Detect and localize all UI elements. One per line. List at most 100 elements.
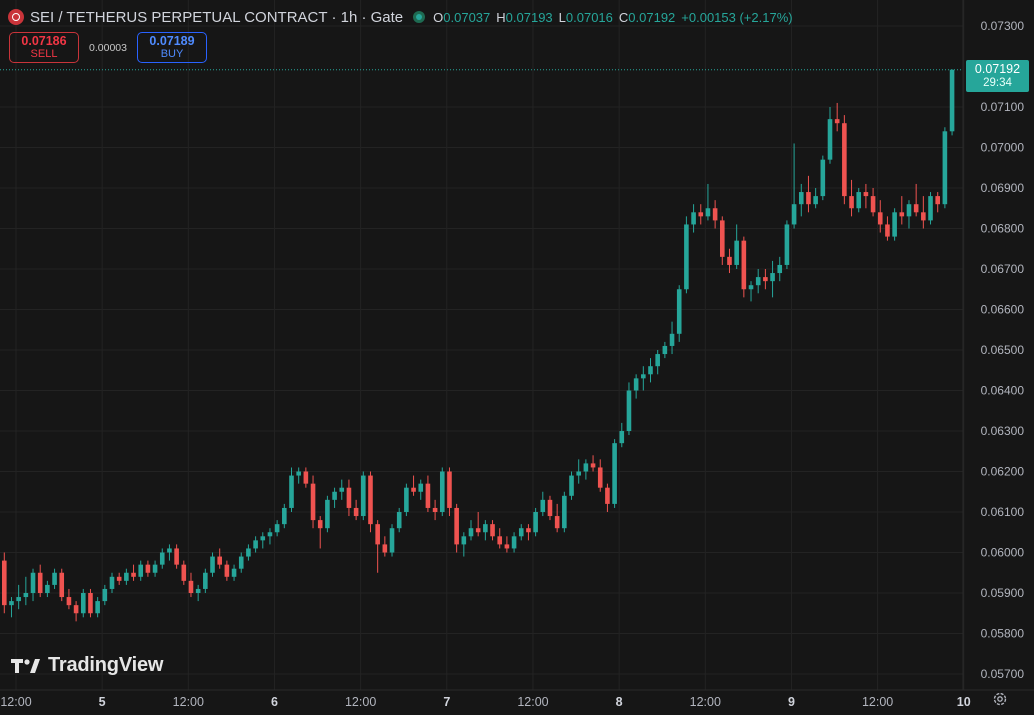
time-tick-label: 6 <box>271 695 278 709</box>
grid <box>0 0 965 690</box>
time-tick-label: 7 <box>443 695 450 709</box>
candle-body <box>720 220 725 257</box>
candle-body <box>626 390 632 431</box>
change-value: +0.00153 (+2.17%) <box>681 9 793 25</box>
close-value: 0.07192 <box>628 9 676 25</box>
symbol-legend: SEI / TETHERUS PERPETUAL CONTRACT · 1h ·… <box>8 6 793 28</box>
candle-body <box>95 601 100 614</box>
candle-body <box>748 285 754 290</box>
candle-body <box>475 528 481 533</box>
candle-body <box>418 483 424 492</box>
candle-body <box>798 192 804 205</box>
price-tick-label: 0.06900 <box>981 181 1025 195</box>
candle-body <box>231 568 237 577</box>
tradingview-logo[interactable]: TradingView <box>11 654 163 677</box>
candle-body <box>411 487 416 492</box>
candle-body <box>684 224 689 290</box>
candle-body <box>116 576 122 581</box>
candle-body <box>655 354 660 367</box>
candle-body <box>109 576 115 589</box>
last-price-value: 0.07192 <box>974 62 1021 76</box>
candle-body <box>66 597 72 606</box>
settings-gear-icon <box>993 692 1007 706</box>
candle-body <box>590 463 596 468</box>
candle-body <box>23 593 29 598</box>
candle-body <box>619 431 625 444</box>
buy-button[interactable]: 0.07189 BUY <box>137 32 207 63</box>
candle-body <box>913 204 919 213</box>
candle-body <box>195 588 201 593</box>
candle-body <box>439 471 445 512</box>
candle-body <box>425 483 431 508</box>
time-tick-label: 12:00 <box>173 695 204 709</box>
candle-body <box>339 487 345 492</box>
candle-body <box>30 572 36 593</box>
sell-button[interactable]: 0.07186 SELL <box>9 32 79 63</box>
price-tick-label: 0.06100 <box>981 505 1025 519</box>
candle-body <box>497 536 503 545</box>
price-tick-label: 0.06300 <box>981 424 1025 438</box>
candle-body <box>870 196 876 213</box>
time-tick-label: 9 <box>788 695 795 709</box>
time-tick-label: 12:00 <box>517 695 548 709</box>
candle-body <box>849 196 854 209</box>
candle-body <box>454 507 459 545</box>
candle-body <box>540 499 546 512</box>
time-axis[interactable]: 12:00512:00612:00712:00812:00912:001012:… <box>0 695 1034 709</box>
time-tick-label: 12:00 <box>690 695 721 709</box>
candle-body <box>37 572 43 593</box>
candle-body <box>583 463 589 472</box>
candle-body <box>296 471 301 476</box>
candle-body <box>863 192 869 197</box>
price-tick-label: 0.07000 <box>981 141 1025 155</box>
candle-body <box>770 273 775 282</box>
candle-body <box>827 119 833 160</box>
candle-body <box>468 528 474 537</box>
candle-body <box>303 471 309 484</box>
time-tick-label: 5 <box>99 695 106 709</box>
candle-body <box>260 536 266 541</box>
candle-body <box>734 240 739 265</box>
candle-body <box>562 495 567 529</box>
candle-body <box>554 516 560 529</box>
candle-body <box>633 378 639 391</box>
candle-body <box>447 471 452 508</box>
candle-body <box>238 556 244 569</box>
candle-body <box>834 119 840 124</box>
price-axis[interactable]: 0.07300 0.07100 0.07000 0.06900 0.06800 0.067… <box>981 19 1025 681</box>
candle-body <box>59 572 65 598</box>
candle-body <box>885 224 890 237</box>
last-price-badge: 0.07192 29:34 <box>966 60 1029 92</box>
buy-price: 0.07189 <box>149 33 195 48</box>
open-value: 0.07037 <box>443 9 491 25</box>
candle-body <box>612 443 617 504</box>
candle-body <box>246 548 251 557</box>
candle-body <box>641 374 646 379</box>
low-label: L <box>558 9 566 25</box>
candle-body <box>597 467 603 488</box>
buy-label: BUY <box>160 47 184 60</box>
candle-body <box>648 366 653 375</box>
candle-body <box>669 333 675 346</box>
candle-body <box>662 345 668 355</box>
candle-body <box>310 483 316 521</box>
candle-body <box>289 475 294 508</box>
candle-body <box>784 224 790 265</box>
candle-body <box>755 277 761 286</box>
sell-price: 0.07186 <box>21 33 67 48</box>
candle-body <box>73 605 79 614</box>
candle-body <box>432 507 438 512</box>
price-tick-label: 0.06400 <box>981 384 1025 398</box>
candle-body <box>763 277 768 282</box>
candle-body <box>712 208 718 221</box>
candle-body <box>282 507 287 525</box>
candle-body <box>921 212 926 221</box>
gear-icon[interactable] <box>991 690 1009 708</box>
candle-body <box>906 204 912 217</box>
symbol-title[interactable]: SEI / TETHERUS PERPETUAL CONTRACT · 1h ·… <box>30 9 403 26</box>
candle-body <box>124 572 129 581</box>
candle-body <box>856 192 862 209</box>
candlestick-chart[interactable]: 0.07300 0.07100 0.07000 0.06900 0.06800 0.067… <box>0 0 1034 715</box>
candle-body <box>928 196 933 221</box>
candle-body <box>159 552 165 565</box>
